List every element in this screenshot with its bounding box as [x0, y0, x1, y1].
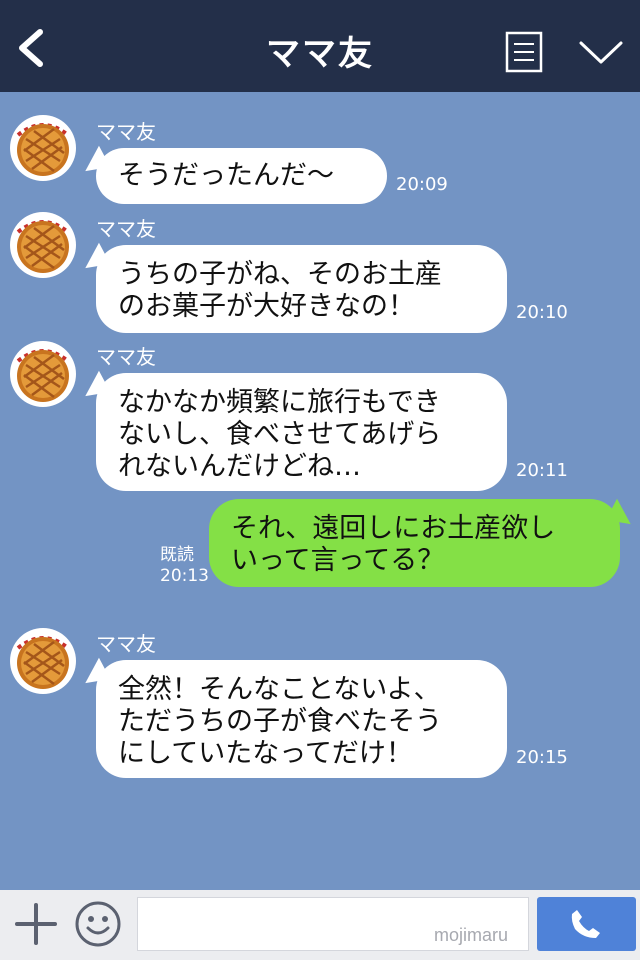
- chevron-down-icon[interactable]: [578, 38, 624, 68]
- watermark-text: mojimaru: [434, 925, 509, 945]
- phone-icon: [571, 910, 600, 938]
- avatar[interactable]: [10, 115, 76, 181]
- chat-header: ママ友: [0, 0, 640, 92]
- message-bubble[interactable]: なかなか頻繁に旅行もでき ないし、食べさせてあげら れないんだけどね…: [96, 373, 507, 491]
- pie-avatar-icon: [11, 116, 75, 180]
- message-time: 20:09: [396, 174, 448, 195]
- sender-name: ママ友: [96, 217, 156, 241]
- message-bubble[interactable]: うちの子がね、そのお土産 のお菓子が大好きなの！: [96, 245, 507, 333]
- sender-name: ママ友: [96, 632, 156, 656]
- message-bubble[interactable]: そうだったんだ〜: [96, 148, 387, 204]
- pie-avatar-icon: [11, 213, 75, 277]
- pie-avatar-icon: [11, 342, 75, 406]
- read-receipt: 既読 20:13: [160, 545, 209, 587]
- read-label: 既読: [160, 545, 194, 565]
- avatar[interactable]: [10, 628, 76, 694]
- sender-name: ママ友: [96, 345, 156, 369]
- message-time: 20:13: [160, 566, 209, 586]
- message-time: 20:15: [516, 747, 568, 768]
- message-time: 20:11: [516, 460, 568, 481]
- avatar[interactable]: [10, 212, 76, 278]
- call-button[interactable]: [537, 897, 636, 951]
- chat-title: ママ友: [266, 34, 374, 74]
- chat-area[interactable]: ママ友 そうだったんだ〜 20:09 ママ友 うちの子がね、そのお土産 のお菓子…: [0, 92, 640, 890]
- message-bubble[interactable]: 全然！そんなことないよ、 ただうちの子が食べたそう にしていたなってだけ！: [96, 660, 507, 778]
- avatar[interactable]: [10, 341, 76, 407]
- message-bubble[interactable]: それ、遠回しにお土産欲し いって言ってる？: [209, 499, 620, 587]
- sender-name: ママ友: [96, 120, 156, 144]
- notes-icon[interactable]: [505, 31, 543, 73]
- plus-icon[interactable]: [14, 902, 58, 946]
- pie-avatar-icon: [11, 629, 75, 693]
- smile-icon[interactable]: [74, 900, 122, 948]
- message-time: 20:10: [516, 302, 568, 323]
